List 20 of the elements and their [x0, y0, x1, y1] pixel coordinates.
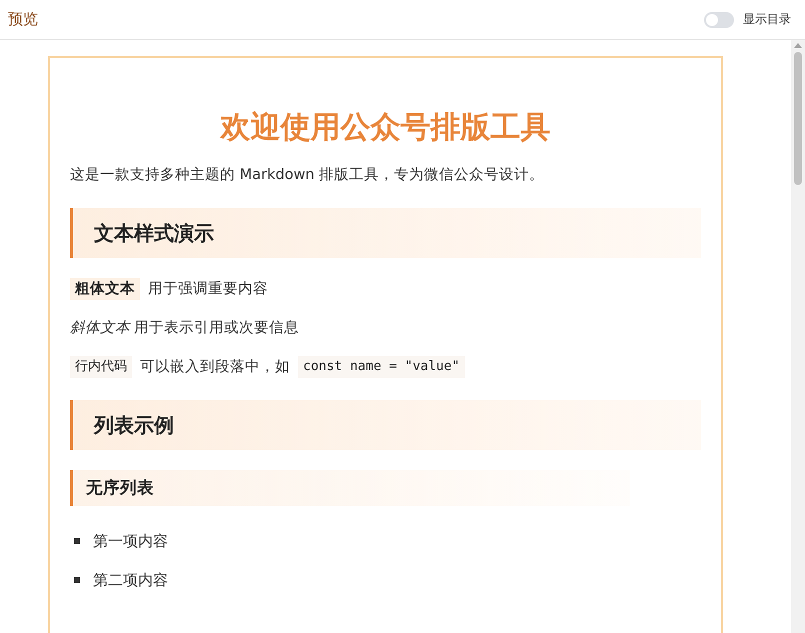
section-heading: 文本样式演示 — [70, 208, 701, 258]
preview-title: 预览 — [8, 10, 38, 29]
inline-code: const name = "value" — [298, 356, 465, 378]
article-title: 欢迎使用公众号排版工具 — [218, 110, 552, 146]
subsection-heading: 无序列表 — [70, 470, 630, 506]
body-text: 用于表示引用或次要信息 — [134, 319, 299, 338]
toggle-label: 显示目录 — [743, 11, 791, 28]
body-text: 可以嵌入到段落中，如 — [140, 358, 290, 377]
list-item: 第二项内容 — [93, 570, 168, 591]
toggle-switch[interactable] — [704, 12, 734, 28]
inline-code: 行内代码 — [70, 356, 132, 378]
scrollbar[interactable] — [791, 40, 805, 633]
section-heading: 列表示例 — [70, 400, 701, 450]
bold-text: 粗体文本 — [70, 278, 140, 300]
bullet-icon — [74, 538, 80, 544]
italic-text: 斜体文本 — [70, 319, 130, 338]
list-item: 第一项内容 — [93, 531, 168, 552]
body-text: 用于强调重要内容 — [148, 280, 268, 299]
bullet-icon — [74, 577, 80, 583]
body-text: 这是一款支持多种主题的 Markdown 排版工具，专为微信公众号设计。 — [70, 166, 544, 185]
